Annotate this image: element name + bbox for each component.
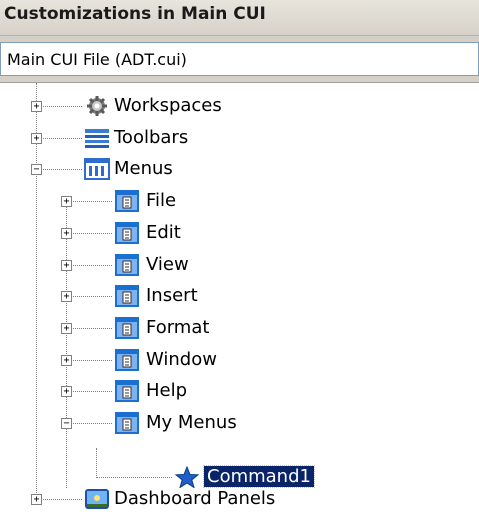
- tree-connector: [66, 203, 67, 488]
- tree-node-label: Help: [146, 380, 188, 401]
- panel-title: Customizations in Main CUI: [4, 4, 266, 24]
- tree-connector: [36, 169, 82, 170]
- tree-connector: [66, 328, 112, 329]
- menu-icon: [115, 222, 139, 244]
- customization-tree[interactable]: + Workspaces + Toolbars − Menus + File +…: [0, 82, 479, 515]
- panel-header: Customizations in Main CUI: [0, 0, 479, 36]
- tree-node-label: My Menus: [146, 412, 237, 433]
- tree-connector: [36, 83, 37, 499]
- tree-connector: [36, 138, 82, 139]
- menu-icon: [115, 412, 139, 434]
- gear-icon: [87, 96, 107, 116]
- expand-toggle[interactable]: +: [31, 494, 42, 505]
- cui-file-dropdown-value: Main CUI File (ADT.cui): [7, 50, 187, 69]
- menu-icon: [115, 254, 139, 276]
- tree-node-label: Menus: [114, 158, 173, 179]
- expand-toggle[interactable]: +: [31, 101, 42, 112]
- menu-icon: [115, 190, 139, 212]
- menu-icon: [115, 380, 139, 402]
- tree-connector: [96, 448, 97, 478]
- tree-connector: [36, 499, 82, 500]
- tree-connector: [66, 233, 112, 234]
- tree-node-label: File: [146, 190, 177, 211]
- expand-toggle[interactable]: +: [61, 355, 72, 366]
- collapse-toggle[interactable]: −: [31, 164, 42, 175]
- cui-file-dropdown[interactable]: Main CUI File (ADT.cui): [0, 42, 479, 76]
- tree-connector: [96, 477, 172, 478]
- tree-node-label: Dashboard Panels: [114, 488, 276, 509]
- menu-icon: [115, 349, 139, 371]
- tree-connector: [66, 360, 112, 361]
- tree-node-label: Insert: [146, 285, 198, 306]
- tree-connector: [66, 201, 112, 202]
- expand-toggle[interactable]: +: [61, 386, 72, 397]
- tree-node-label: Format: [146, 317, 210, 338]
- menu-icon: [115, 285, 139, 307]
- tree-connector: [66, 265, 112, 266]
- tree-node-label: Workspaces: [114, 95, 222, 116]
- tree-node-label: Edit: [146, 222, 181, 243]
- expand-toggle[interactable]: +: [61, 260, 72, 271]
- toolbar-icon: [85, 129, 109, 148]
- tree-connector: [36, 106, 82, 107]
- tree-connector: [66, 391, 112, 392]
- menu-group-icon: [84, 158, 110, 180]
- tree-node-label: Toolbars: [114, 127, 189, 148]
- tree-node-label: Window: [146, 349, 217, 370]
- expand-toggle[interactable]: +: [61, 196, 72, 207]
- expand-toggle[interactable]: +: [61, 291, 72, 302]
- expand-toggle[interactable]: +: [61, 323, 72, 334]
- tree-node-label: View: [146, 254, 189, 275]
- tree-connector: [66, 296, 112, 297]
- expand-toggle[interactable]: +: [61, 228, 72, 239]
- collapse-toggle[interactable]: −: [61, 418, 72, 429]
- tree-connector: [66, 423, 112, 424]
- star-icon: [174, 466, 200, 488]
- dashboard-icon: [85, 489, 109, 509]
- menu-icon: [115, 317, 139, 339]
- expand-toggle[interactable]: +: [31, 133, 42, 144]
- tree-node-label: Command1: [203, 465, 315, 488]
